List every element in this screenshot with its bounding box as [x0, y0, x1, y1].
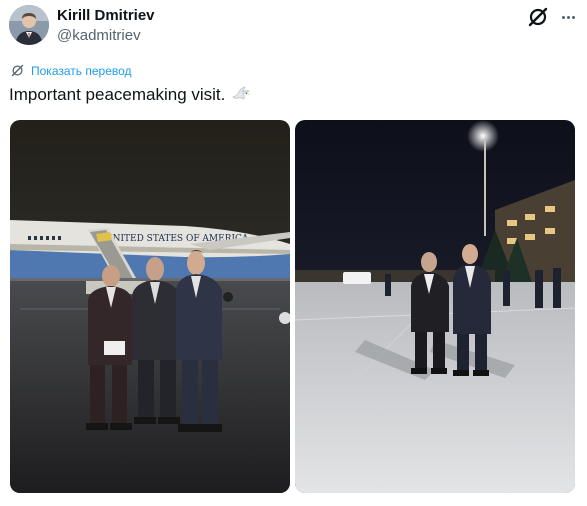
tweet-photo-2[interactable]	[295, 120, 575, 493]
photo-airport-group: UNITED STATES OF AMERICA	[10, 120, 290, 493]
translate-icon	[11, 64, 24, 77]
tweet-text: Important peacemaking visit.	[9, 85, 251, 105]
photo-night-apron	[295, 120, 575, 493]
translate-link[interactable]: Показать перевод	[10, 63, 132, 78]
author-name[interactable]: Kirill Dmitriev	[57, 7, 155, 24]
dove-icon	[232, 86, 251, 100]
grok-icon	[528, 7, 548, 27]
avatar[interactable]	[9, 5, 49, 45]
tweet-text-content: Important peacemaking visit.	[9, 85, 226, 104]
more-icon	[561, 15, 565, 19]
avatar-image	[9, 5, 49, 45]
translate-label[interactable]: Показать перевод	[31, 64, 132, 78]
grok-button[interactable]	[526, 5, 552, 29]
tweet-photo-1[interactable]: UNITED STATES OF AMERICA	[10, 120, 290, 493]
more-button[interactable]	[556, 5, 580, 29]
author-handle[interactable]: @kadmitriev	[57, 27, 141, 44]
